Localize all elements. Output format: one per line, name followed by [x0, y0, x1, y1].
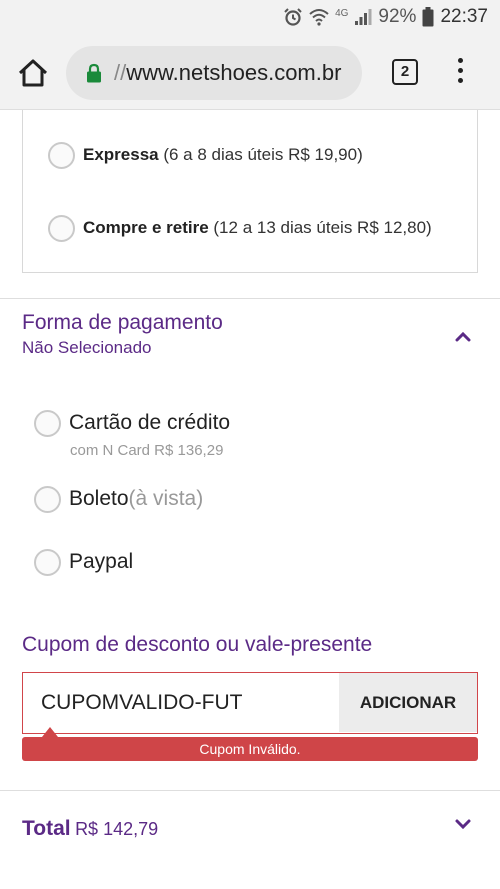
home-button[interactable]: [16, 56, 50, 90]
chevron-up-icon[interactable]: [454, 330, 472, 342]
shipping-option-expressa[interactable]: Expressa (6 a 8 dias úteis R$ 19,90): [48, 141, 468, 171]
shipping-option-label: Compre e retire (12 a 13 dias úteis R$ 1…: [83, 218, 432, 237]
status-bar: 4G 92% 22:37: [0, 0, 500, 36]
browser-toolbar: //www.netshoes.com.br 2: [0, 36, 500, 110]
radio-button[interactable]: [34, 549, 61, 576]
battery-icon: [422, 7, 434, 27]
network-label: 4G: [335, 7, 349, 19]
address-bar[interactable]: //www.netshoes.com.br: [66, 46, 362, 100]
radio-button[interactable]: [48, 215, 75, 242]
shipping-options-card: Expressa (6 a 8 dias úteis R$ 19,90) Com…: [22, 110, 478, 273]
coupon-error-message: Cupom Inválido.: [22, 737, 478, 761]
signal-icon: [355, 9, 372, 25]
radio-button[interactable]: [34, 410, 61, 437]
payment-option-label: Boleto(à vista): [69, 487, 204, 510]
payment-section-title[interactable]: Forma de pagamento: [22, 311, 223, 335]
error-pointer: [42, 727, 58, 737]
url-text: //www.netshoes.com.br: [114, 60, 341, 86]
payment-option-label: Cartão de crédito: [69, 411, 231, 434]
tabs-button[interactable]: 2: [392, 59, 418, 85]
battery-percent: 92%: [378, 6, 417, 27]
clock: 22:37: [440, 6, 488, 27]
shipping-option-label: Expressa (6 a 8 dias úteis R$ 19,90): [83, 145, 363, 164]
chevron-down-icon[interactable]: [454, 818, 472, 830]
section-divider: [0, 790, 500, 791]
status-icons: 4G 92% 22:37: [283, 6, 488, 28]
order-total[interactable]: Total R$ 142,79: [22, 817, 158, 841]
radio-button[interactable]: [48, 142, 75, 169]
add-coupon-button[interactable]: ADICIONAR: [339, 673, 477, 732]
tab-count: 2: [400, 63, 410, 80]
lock-icon: [87, 63, 101, 83]
url-host: www.netshoes.com.br: [126, 60, 342, 85]
payment-option-boleto[interactable]: Boleto(à vista): [34, 486, 334, 516]
shipping-option-compre-e-retire[interactable]: Compre e retire (12 a 13 dias úteis R$ 1…: [48, 214, 468, 244]
coupon-field-group: ADICIONAR: [22, 672, 478, 734]
total-label: Total: [22, 817, 71, 840]
menu-button[interactable]: [454, 58, 466, 88]
url-slashes: //: [114, 60, 127, 85]
total-value: R$ 142,79: [75, 819, 159, 839]
section-divider: [0, 298, 500, 299]
payment-option-paypal[interactable]: Paypal: [34, 549, 334, 579]
wifi-icon: [309, 9, 329, 26]
payment-option-label: Paypal: [69, 550, 134, 573]
coupon-section-title: Cupom de desconto ou vale-presente: [22, 633, 373, 656]
alarm-icon: [284, 8, 302, 26]
coupon-input[interactable]: [23, 673, 339, 732]
menu-icon: [454, 58, 466, 83]
payment-option-credit-card[interactable]: Cartão de crédito com N Card R$ 136,29: [34, 410, 334, 460]
home-icon: [18, 59, 48, 87]
payment-status: Não Selecionado: [22, 338, 152, 357]
radio-button[interactable]: [34, 486, 61, 513]
payment-option-note: com N Card R$ 136,29: [70, 442, 224, 459]
